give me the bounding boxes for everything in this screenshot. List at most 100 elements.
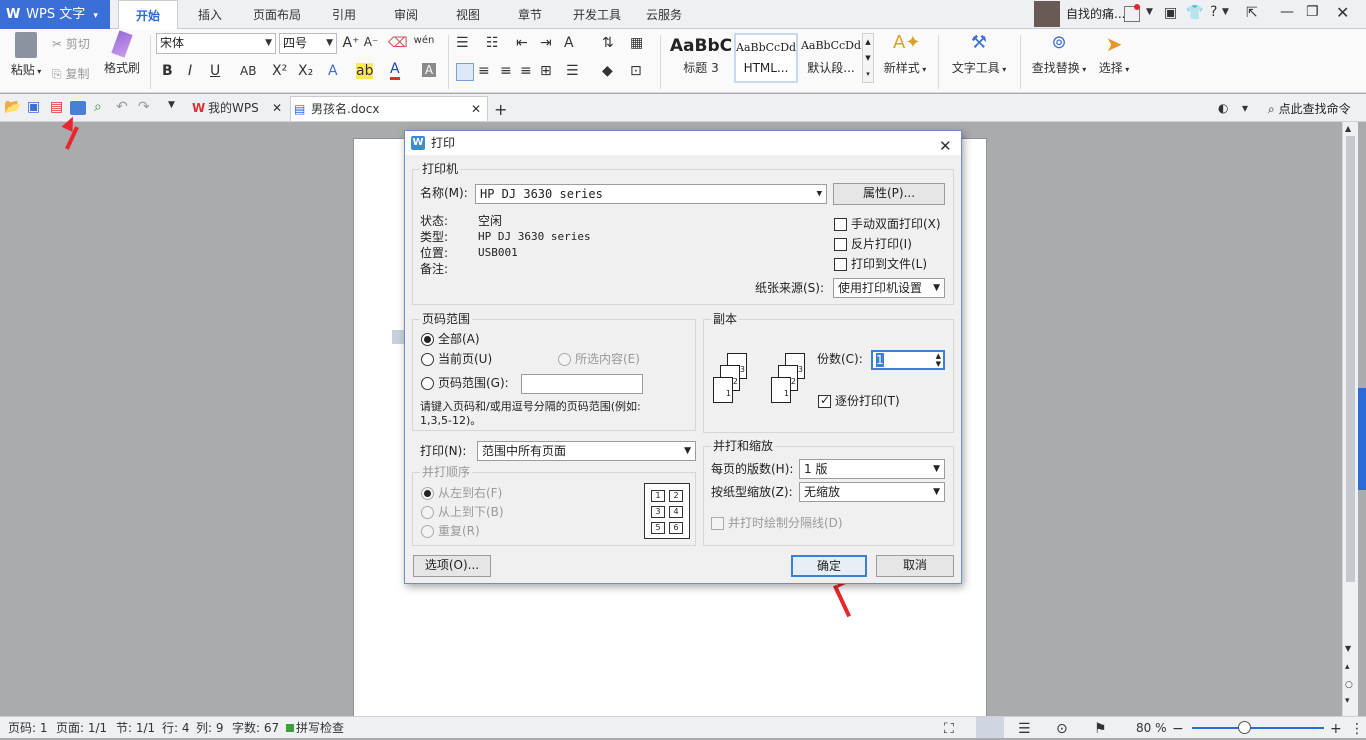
cancel-button[interactable]: 取消 xyxy=(876,555,954,577)
new-style-button[interactable]: A✦ 新样式 ▾ xyxy=(880,32,930,76)
new-tab-icon[interactable]: + xyxy=(494,100,507,119)
outdent-icon[interactable]: ⇤ xyxy=(516,35,528,51)
font-name-select[interactable]: 宋体 ▼ xyxy=(156,33,276,54)
zoom-level[interactable]: 80 % xyxy=(1136,717,1167,739)
comment-icon[interactable]: ▾ xyxy=(1242,101,1248,115)
tab-reference[interactable]: 引用 xyxy=(318,0,370,29)
phonetic-icon[interactable]: wén xyxy=(412,35,436,46)
spinner-arrows-icon[interactable]: ▲ ▼ xyxy=(936,352,941,368)
bullet-list-icon[interactable]: ☰ xyxy=(456,35,469,51)
side-panel-handle[interactable] xyxy=(1358,388,1366,490)
tab-view[interactable]: 视图 xyxy=(442,0,494,29)
paper-source-select[interactable]: 使用打印机设置 ▼ xyxy=(833,278,945,298)
sidebar-toggle-icon[interactable]: ◐ xyxy=(1218,101,1228,115)
manual-duplex-label[interactable]: 手动双面打印(X) xyxy=(851,216,941,232)
text-tools-button[interactable]: ⚒ 文字工具 ▾ xyxy=(948,32,1010,76)
search-command[interactable]: ⌕ 点此查找命令 xyxy=(1268,100,1351,117)
vertical-scrollbar[interactable]: ▲ ▼ ▴ ○ ▾ xyxy=(1342,122,1358,716)
indent-icon[interactable]: ⇥ xyxy=(540,35,552,51)
maximize-icon[interactable]: ❐ xyxy=(1306,4,1319,20)
cut-button[interactable]: ✂ 剪切 xyxy=(52,35,90,52)
spell-check[interactable]: 拼写检查 xyxy=(296,717,344,739)
print-to-file-label[interactable]: 打印到文件(L) xyxy=(851,256,927,272)
find-replace-button[interactable]: ⊚ 查找替换 ▾ xyxy=(1028,32,1090,76)
tab-my-wps[interactable]: W 我的WPS ✕ xyxy=(188,96,288,121)
select-browse-icon[interactable]: ○ xyxy=(1345,680,1353,690)
char-shading-icon[interactable]: A xyxy=(422,63,436,77)
chevron-down-icon[interactable]: ▼ xyxy=(1146,7,1153,17)
page-view-icon[interactable] xyxy=(976,717,1004,738)
tab-home[interactable]: 开始 xyxy=(118,0,178,30)
user-name[interactable]: 自找的痛... xyxy=(1066,0,1125,29)
close-tab-icon[interactable]: ✕ xyxy=(272,96,282,121)
current-page-label[interactable]: 当前页(U) xyxy=(438,351,492,367)
properties-button[interactable]: 属性(P)... xyxy=(833,183,945,205)
print-icon[interactable] xyxy=(70,101,86,115)
print-to-file-checkbox[interactable] xyxy=(834,258,847,271)
collate-checkbox[interactable] xyxy=(818,393,831,408)
clear-format-icon[interactable]: ⌫ xyxy=(388,35,408,51)
zoom-out-icon[interactable]: − xyxy=(1172,718,1184,740)
font-size-select[interactable]: 四号 ▼ xyxy=(279,33,337,54)
scroll-up-icon[interactable]: ▲ xyxy=(1345,124,1351,133)
save-cloud-icon[interactable]: ▣ xyxy=(1164,5,1177,21)
align-left-icon[interactable] xyxy=(456,63,474,81)
manual-duplex-checkbox[interactable] xyxy=(834,218,847,231)
show-marks-icon[interactable]: ▦ xyxy=(630,35,643,51)
redo-icon[interactable]: ↷ xyxy=(138,99,150,115)
superscript-icon[interactable]: X² xyxy=(272,63,287,79)
tab-document[interactable]: ▤ 男孩名.docx ✕ xyxy=(290,96,488,121)
undo-icon[interactable]: ↶ xyxy=(116,99,128,115)
tab-insert[interactable]: 插入 xyxy=(182,0,238,29)
format-painter-button[interactable]: 格式刷 xyxy=(102,30,142,76)
all-pages-label[interactable]: 全部(A) xyxy=(438,331,480,347)
ok-button[interactable]: 确定 xyxy=(791,555,867,577)
zoom-slider[interactable] xyxy=(1192,727,1324,729)
printer-name-select[interactable]: HP DJ 3630 series ▼ xyxy=(475,184,827,204)
close-tab-icon[interactable]: ✕ xyxy=(471,97,481,122)
current-page-radio[interactable] xyxy=(421,353,434,366)
scroll-down-icon[interactable]: ▼ xyxy=(1345,644,1351,653)
save-icon[interactable]: ▣ xyxy=(27,99,40,115)
tab-page-layout[interactable]: 页面布局 xyxy=(244,0,310,29)
border-icon[interactable]: ⊡ xyxy=(630,63,642,79)
scale-select[interactable]: 无缩放 ▼ xyxy=(799,482,945,502)
strikethrough-icon[interactable]: AB xyxy=(240,64,256,78)
outline-view-icon[interactable]: ☰ xyxy=(1018,718,1031,740)
justify-icon[interactable]: ≡ xyxy=(520,63,532,79)
help-icon[interactable]: ? xyxy=(1210,4,1217,20)
print-preview-icon[interactable]: ⌕ xyxy=(94,99,102,115)
line-spacing-icon[interactable]: ☰ xyxy=(566,63,579,79)
zoom-slider-handle[interactable] xyxy=(1238,721,1251,734)
reverse-label[interactable]: 反片打印(I) xyxy=(851,236,912,252)
tab-chapter[interactable]: 章节 xyxy=(504,0,556,29)
highlight-icon[interactable]: ab xyxy=(356,63,374,79)
read-mode-icon[interactable]: ⚑ xyxy=(1094,718,1107,740)
bold-icon[interactable]: B xyxy=(162,63,173,79)
close-icon[interactable]: ✕ xyxy=(939,134,952,158)
align-right-icon[interactable]: ≡ xyxy=(500,63,512,79)
help-chevron-icon[interactable]: ▼ xyxy=(1222,7,1229,17)
minimize-icon[interactable]: — xyxy=(1280,4,1294,20)
open-icon[interactable]: 📂 xyxy=(4,99,21,115)
subscript-icon[interactable]: X₂ xyxy=(298,63,313,79)
pdf-icon[interactable]: ▤ xyxy=(50,99,63,115)
page-range-input[interactable] xyxy=(521,374,643,394)
reverse-checkbox[interactable] xyxy=(834,238,847,251)
restore-ribbon-icon[interactable]: ⇱ xyxy=(1246,5,1258,21)
style-scroll-icon[interactable]: ▲ ▼ ▾ xyxy=(862,33,874,83)
distribute-icon[interactable]: ⊞ xyxy=(540,63,552,79)
sort-icon[interactable]: ⇅ xyxy=(602,35,614,51)
next-page-icon[interactable]: ▾ xyxy=(1345,696,1350,706)
all-pages-radio[interactable] xyxy=(421,333,434,346)
page-range-label[interactable]: 页码范围(G): xyxy=(438,375,509,391)
skin-icon[interactable]: 👕 xyxy=(1186,5,1203,21)
shading-icon[interactable]: ◆ xyxy=(602,63,613,79)
fullscreen-icon[interactable]: ⛶ xyxy=(944,718,954,740)
style-html[interactable]: AaBbCcDd HTML... xyxy=(734,33,798,83)
tab-developer[interactable]: 开发工具 xyxy=(566,0,628,29)
style-default[interactable]: AaBbCcDd 默认段... xyxy=(800,33,862,83)
customize-chevron-icon[interactable]: ▼ xyxy=(168,100,175,110)
collate-label[interactable]: 逐份打印(T) xyxy=(835,393,900,409)
options-button[interactable]: 选项(O)... xyxy=(413,555,491,577)
